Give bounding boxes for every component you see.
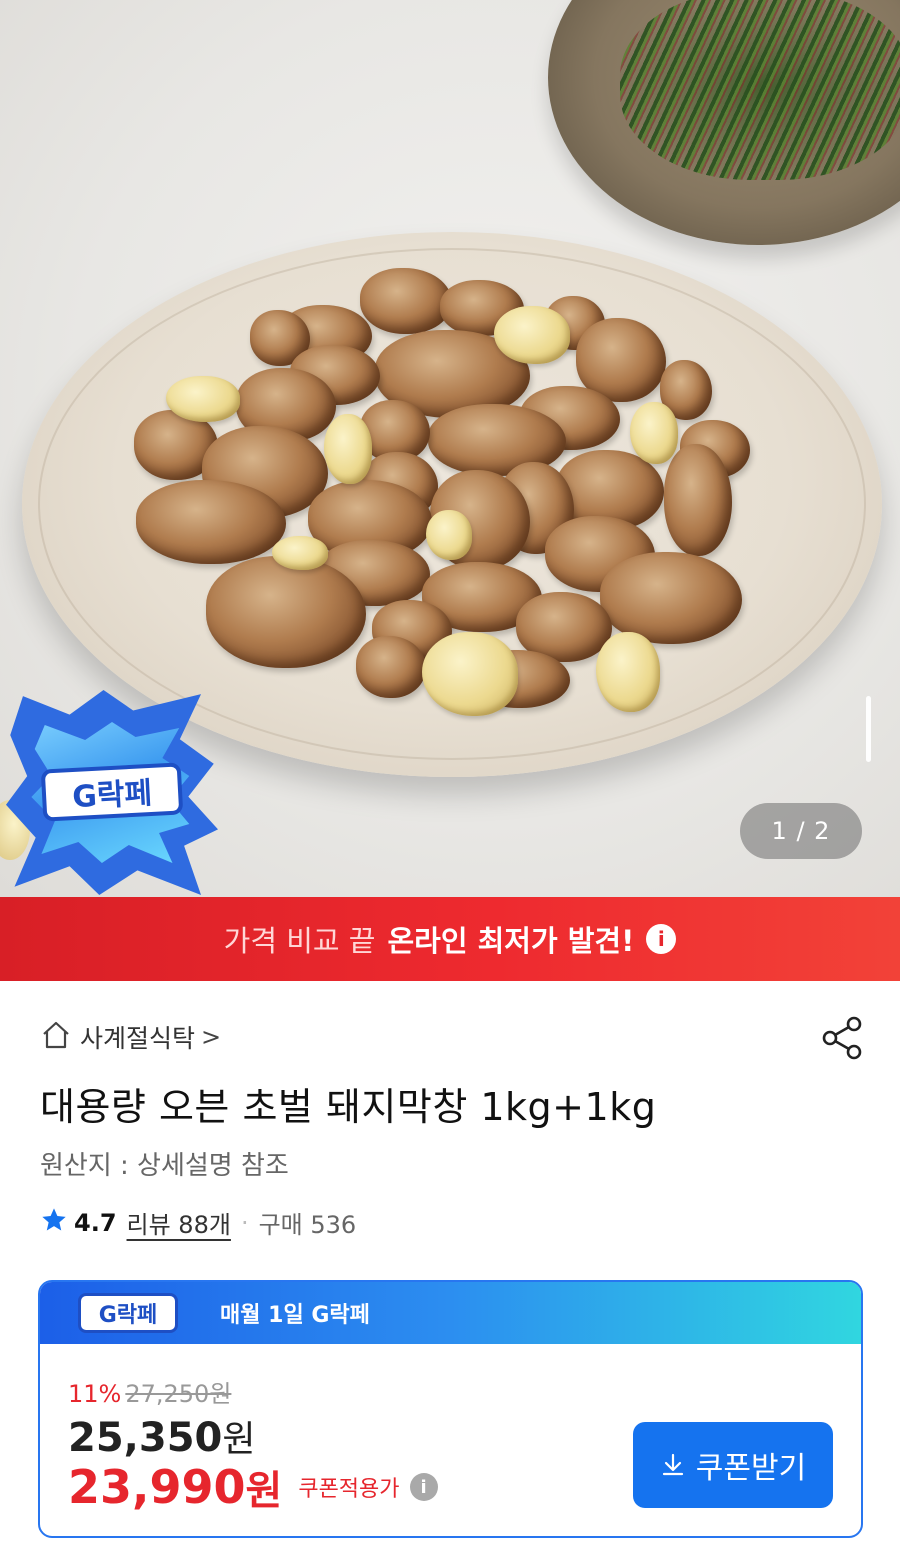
garlic-clove [426, 510, 472, 560]
food-piece [136, 480, 286, 564]
product-title: 대용량 오븐 초벌 돼지막창 1kg+1kg [40, 1085, 657, 1129]
side-dish-greens [620, 0, 900, 180]
coupon-applied-label: 쿠폰적용가 [298, 1477, 400, 1502]
sale-price-amount: 25,350 [68, 1415, 223, 1461]
g-lapae-event-badge: G락페 [6, 690, 218, 895]
food-piece [356, 636, 426, 698]
star-icon [40, 1206, 68, 1240]
garlic-clove [630, 402, 678, 464]
discount-line: 11% 27,250원 [68, 1374, 231, 1409]
coupon-applied-price: 23,990 원 쿠폰적용가 i [68, 1458, 438, 1516]
garlic-clove [324, 414, 372, 484]
sale-price: 25,350원 [68, 1410, 255, 1462]
download-icon [660, 1452, 686, 1478]
g-lapae-mini-logo: G락페 [78, 1293, 178, 1333]
garlic-clove [272, 536, 328, 570]
rating-row: 4.7 리뷰 88개 · 구매 536 [40, 1205, 356, 1240]
final-price-unit: 원 [245, 1468, 283, 1514]
chevron-right-icon: > [201, 1023, 222, 1051]
coupon-price-box: G락페 매월 1일 G락페 11% 27,250원 25,350원 23,990… [38, 1280, 863, 1538]
get-coupon-button[interactable]: 쿠폰받기 [633, 1422, 833, 1508]
discount-percent: 11% [68, 1380, 122, 1408]
sale-price-unit: 원 [222, 1419, 256, 1460]
lowest-price-banner[interactable]: 가격 비교 끝 온라인 최저가 발견! i [0, 897, 900, 981]
review-link[interactable]: 리뷰 88개 [127, 1205, 231, 1240]
garlic-clove [596, 632, 660, 712]
product-origin: 원산지 : 상세설명 참조 [40, 1151, 289, 1181]
store-name: 사계절식탁 [80, 1024, 196, 1053]
info-icon[interactable]: i [646, 924, 677, 954]
food-piece [600, 552, 742, 644]
home-icon [40, 1019, 72, 1055]
banner-text-light: 가격 비교 끝 [223, 924, 376, 958]
separator: · [240, 1208, 249, 1237]
scroll-indicator [866, 696, 871, 762]
coupon-header-text: 매월 1일 G락페 [220, 1303, 370, 1328]
food-piece [206, 556, 366, 668]
g-lapae-logo: G락페 [40, 762, 184, 822]
g-lapae-mini-logo-text: G락페 [98, 1303, 158, 1328]
g-lapae-logo-text: G락페 [71, 775, 153, 816]
image-page-counter: 1 / 2 [740, 803, 862, 859]
garlic-clove [494, 306, 570, 364]
food-piece [360, 268, 452, 334]
purchase-count: 구매 536 [258, 1211, 357, 1239]
info-icon[interactable]: i [409, 1473, 438, 1501]
food-piece [664, 444, 732, 556]
store-link[interactable]: 사계절식탁 > [40, 1018, 221, 1056]
coupon-header: G락페 매월 1일 G락페 [40, 1282, 861, 1344]
rating-score: 4.7 [74, 1208, 117, 1237]
final-price-amount: 23,990 [68, 1460, 246, 1514]
garlic-clove [166, 376, 240, 422]
product-image-carousel[interactable]: G락페 1 / 2 [0, 0, 900, 897]
banner-text-bold: 온라인 최저가 발견! [387, 924, 635, 958]
share-icon[interactable] [820, 1015, 866, 1061]
garlic-clove [422, 632, 518, 716]
get-coupon-label: 쿠폰받기 [695, 1451, 807, 1486]
original-price: 27,250원 [125, 1380, 232, 1408]
